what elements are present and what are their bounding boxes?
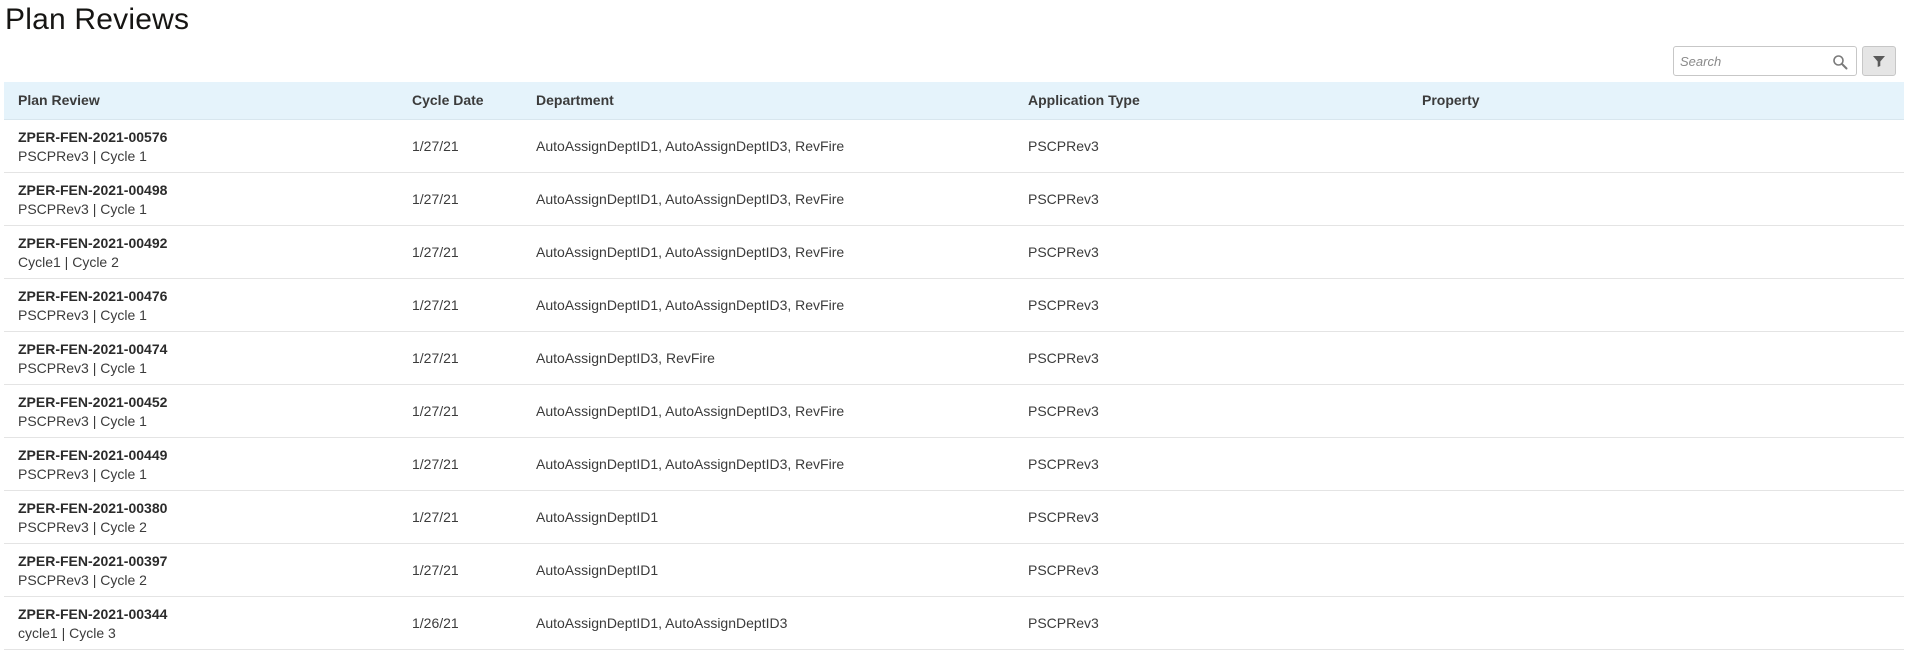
table-row[interactable]: ZPER-FEN-2021-00576 PSCPRev3 | Cycle 1 1/2…: [4, 120, 1904, 173]
department-cell: AutoAssignDeptID1: [536, 509, 659, 525]
page-title: Plan Reviews: [5, 3, 190, 36]
plan-review-cell[interactable]: ZPER-FEN-2021-00344 cycle1 | Cycle 3: [18, 605, 167, 643]
cycle-date-cell: 1/27/21: [412, 350, 459, 366]
plan-review-cycle: PSCPRev3 | Cycle 1: [18, 466, 147, 482]
plan-review-cell[interactable]: ZPER-FEN-2021-00576 PSCPRev3 | Cycle 1: [18, 128, 167, 166]
table-row[interactable]: ZPER-FEN-2021-00476 PSCPRev3 | Cycle 1 1/2…: [4, 279, 1904, 332]
plan-review-cell[interactable]: ZPER-FEN-2021-00380 PSCPRev3 | Cycle 2: [18, 499, 167, 537]
plan-review-id[interactable]: ZPER-FEN-2021-00474: [18, 340, 167, 359]
plan-review-cycle: PSCPRev3 | Cycle 2: [18, 572, 147, 588]
department-cell: AutoAssignDeptID1, AutoAssignDeptID3: [536, 615, 788, 631]
table-row[interactable]: ZPER-FEN-2021-00344 cycle1 | Cycle 3 1/26/…: [4, 597, 1904, 650]
plan-review-cycle: PSCPRev3 | Cycle 1: [18, 148, 147, 164]
plan-review-id[interactable]: ZPER-FEN-2021-00452: [18, 393, 167, 412]
table-row[interactable]: ZPER-FEN-2021-00380 PSCPRev3 | Cycle 2 1/2…: [4, 491, 1904, 544]
plan-review-cycle: cycle1 | Cycle 3: [18, 625, 116, 641]
cycle-date-cell: 1/27/21: [412, 138, 459, 154]
plan-review-cell[interactable]: ZPER-FEN-2021-00474 PSCPRev3 | Cycle 1: [18, 340, 167, 378]
column-header-plan-review[interactable]: Plan Review: [18, 82, 100, 119]
department-cell: AutoAssignDeptID3, RevFire: [536, 350, 715, 366]
table-row[interactable]: ZPER-FEN-2021-00397 PSCPRev3 | Cycle 2 1/2…: [4, 544, 1904, 597]
filter-button[interactable]: [1862, 46, 1896, 76]
plan-review-cycle: PSCPRev3 | Cycle 2: [18, 519, 147, 535]
plan-review-cell[interactable]: ZPER-FEN-2021-00397 PSCPRev3 | Cycle 2: [18, 552, 167, 590]
plan-review-cycle: PSCPRev3 | Cycle 1: [18, 307, 147, 323]
plan-review-id[interactable]: ZPER-FEN-2021-00492: [18, 234, 167, 253]
table-row[interactable]: ZPER-FEN-2021-00449 PSCPRev3 | Cycle 1 1/2…: [4, 438, 1904, 491]
application-type-cell: PSCPRev3: [1028, 297, 1099, 313]
department-cell: AutoAssignDeptID1, AutoAssignDeptID3, Re…: [536, 456, 845, 472]
application-type-cell: PSCPRev3: [1028, 456, 1099, 472]
table-body: ZPER-FEN-2021-00576 PSCPRev3 | Cycle 1 1/2…: [4, 120, 1904, 650]
cycle-date-cell: 1/27/21: [412, 297, 459, 313]
cycle-date-cell: 1/27/21: [412, 403, 459, 419]
cycle-date-cell: 1/27/21: [412, 244, 459, 260]
plan-review-cycle: PSCPRev3 | Cycle 1: [18, 201, 147, 217]
plan-review-cycle: PSCPRev3 | Cycle 1: [18, 360, 147, 376]
search-input[interactable]: [1674, 48, 1830, 74]
plan-review-id[interactable]: ZPER-FEN-2021-00344: [18, 605, 167, 624]
plan-review-cycle: PSCPRev3 | Cycle 1: [18, 413, 147, 429]
department-cell: AutoAssignDeptID1, AutoAssignDeptID3, Re…: [536, 191, 845, 207]
cycle-date-cell: 1/27/21: [412, 509, 459, 525]
department-cell: AutoAssignDeptID1, AutoAssignDeptID3, Re…: [536, 297, 845, 313]
plan-review-id[interactable]: ZPER-FEN-2021-00397: [18, 552, 167, 571]
application-type-cell: PSCPRev3: [1028, 244, 1099, 260]
search-icon[interactable]: [1832, 54, 1848, 70]
plan-review-cell[interactable]: ZPER-FEN-2021-00498 PSCPRev3 | Cycle 1: [18, 181, 167, 219]
search-box[interactable]: [1673, 46, 1857, 76]
cycle-date-cell: 1/27/21: [412, 191, 459, 207]
table-row[interactable]: ZPER-FEN-2021-00474 PSCPRev3 | Cycle 1 1/2…: [4, 332, 1904, 385]
plan-review-cell[interactable]: ZPER-FEN-2021-00492 Cycle1 | Cycle 2: [18, 234, 167, 272]
application-type-cell: PSCPRev3: [1028, 509, 1099, 525]
plan-reviews-table: Plan Review Cycle Date Department Applic…: [4, 82, 1904, 650]
table-row[interactable]: ZPER-FEN-2021-00498 PSCPRev3 | Cycle 1 1/2…: [4, 173, 1904, 226]
column-header-application-type[interactable]: Application Type: [1028, 82, 1140, 119]
application-type-cell: PSCPRev3: [1028, 191, 1099, 207]
table-row[interactable]: ZPER-FEN-2021-00492 Cycle1 | Cycle 2 1/27/…: [4, 226, 1904, 279]
application-type-cell: PSCPRev3: [1028, 403, 1099, 419]
plan-review-id[interactable]: ZPER-FEN-2021-00380: [18, 499, 167, 518]
cycle-date-cell: 1/26/21: [412, 615, 459, 631]
cycle-date-cell: 1/27/21: [412, 456, 459, 472]
application-type-cell: PSCPRev3: [1028, 138, 1099, 154]
plan-review-id[interactable]: ZPER-FEN-2021-00476: [18, 287, 167, 306]
filter-icon: [1873, 56, 1885, 67]
plan-review-id[interactable]: ZPER-FEN-2021-00576: [18, 128, 167, 147]
plan-review-cell[interactable]: ZPER-FEN-2021-00449 PSCPRev3 | Cycle 1: [18, 446, 167, 484]
department-cell: AutoAssignDeptID1, AutoAssignDeptID3, Re…: [536, 244, 845, 260]
department-cell: AutoAssignDeptID1: [536, 562, 659, 578]
application-type-cell: PSCPRev3: [1028, 615, 1099, 631]
application-type-cell: PSCPRev3: [1028, 350, 1099, 366]
column-header-department[interactable]: Department: [536, 82, 614, 119]
table-header: Plan Review Cycle Date Department Applic…: [4, 82, 1904, 120]
column-header-property[interactable]: Property: [1422, 82, 1480, 119]
table-row[interactable]: ZPER-FEN-2021-00452 PSCPRev3 | Cycle 1 1/2…: [4, 385, 1904, 438]
plan-review-cycle: Cycle1 | Cycle 2: [18, 254, 119, 270]
plan-review-id[interactable]: ZPER-FEN-2021-00449: [18, 446, 167, 465]
application-type-cell: PSCPRev3: [1028, 562, 1099, 578]
plan-review-cell[interactable]: ZPER-FEN-2021-00476 PSCPRev3 | Cycle 1: [18, 287, 167, 325]
plan-review-id[interactable]: ZPER-FEN-2021-00498: [18, 181, 167, 200]
plan-review-cell[interactable]: ZPER-FEN-2021-00452 PSCPRev3 | Cycle 1: [18, 393, 167, 431]
cycle-date-cell: 1/27/21: [412, 562, 459, 578]
department-cell: AutoAssignDeptID1, AutoAssignDeptID3, Re…: [536, 138, 845, 154]
plan-reviews-page: Plan Reviews Plan Review Cycle Date Depa…: [0, 0, 1906, 665]
department-cell: AutoAssignDeptID1, AutoAssignDeptID3, Re…: [536, 403, 845, 419]
column-header-cycle-date[interactable]: Cycle Date: [412, 82, 484, 119]
